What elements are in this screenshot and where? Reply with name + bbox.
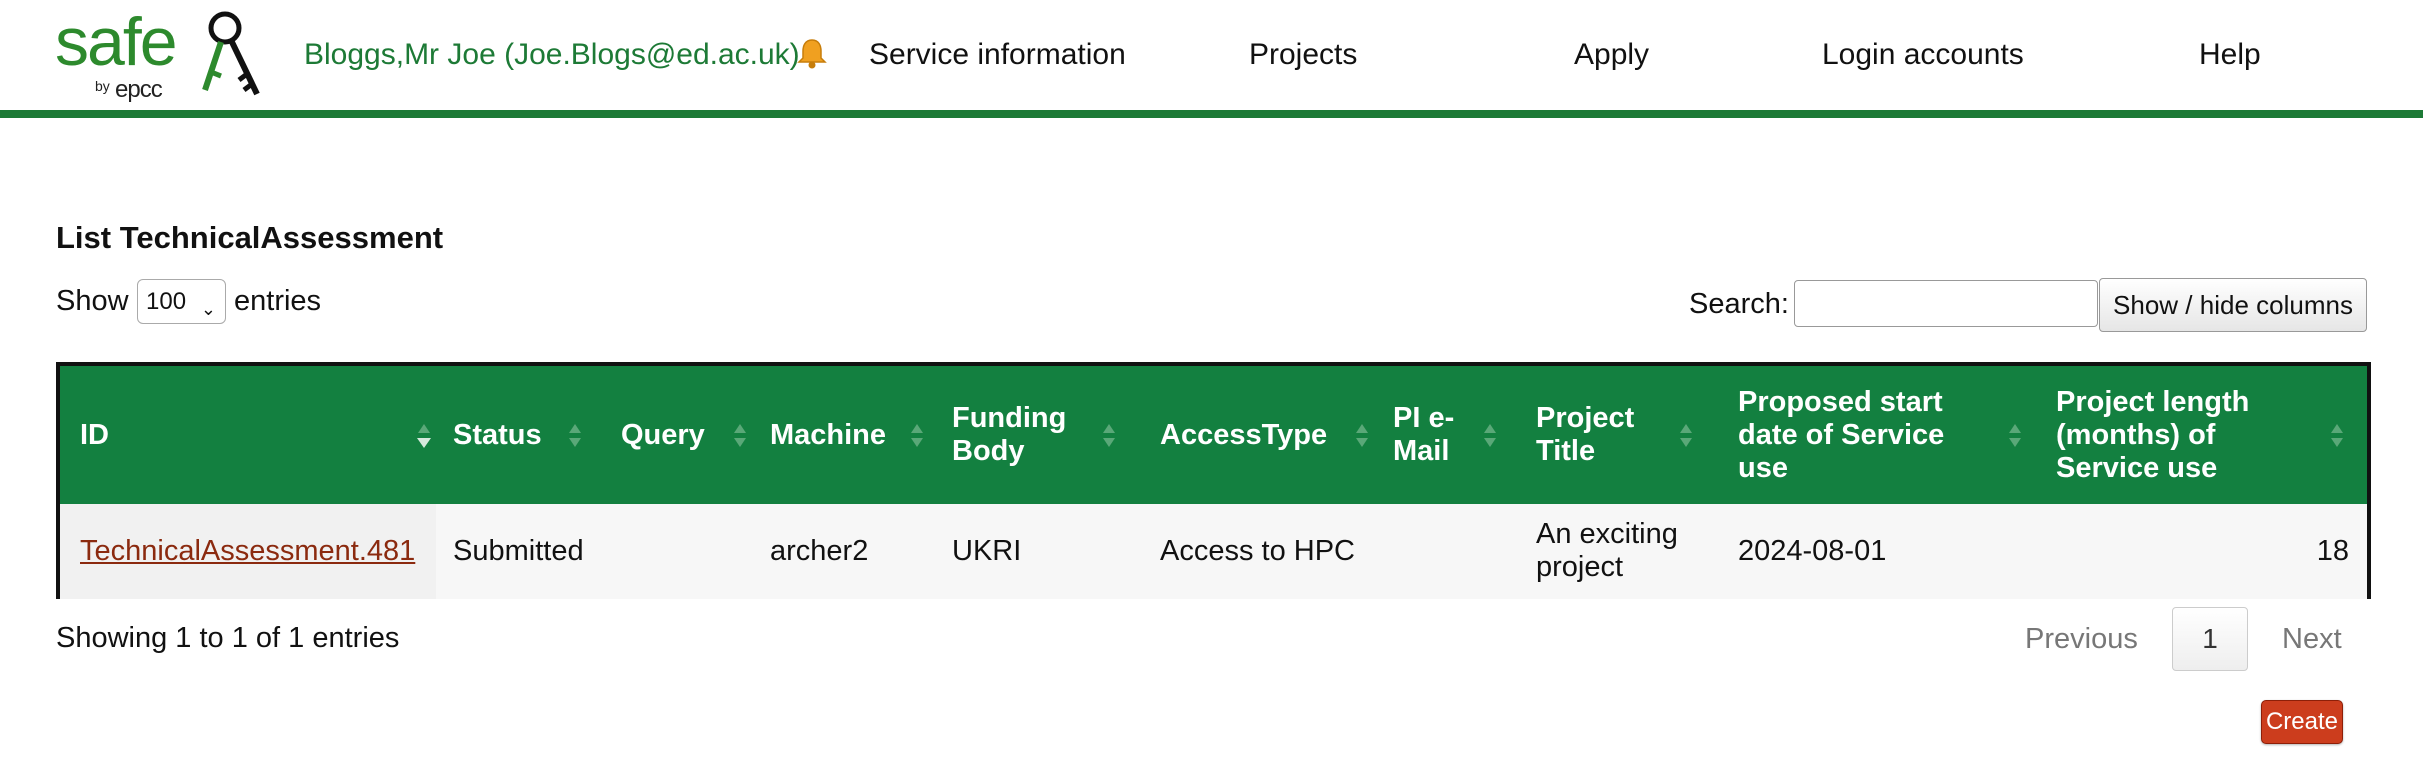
chevron-down-icon: ⌄: [200, 299, 216, 319]
funding-body-cell: UKRI: [952, 535, 1022, 567]
search-input[interactable]: [1794, 280, 2098, 327]
show-label: Show: [56, 285, 129, 317]
keys-icon: [202, 11, 260, 96]
nav-help[interactable]: Help: [2199, 38, 2261, 72]
show-hide-columns-button[interactable]: Show / hide columns: [2099, 278, 2367, 332]
table-info: Showing 1 to 1 of 1 entries: [56, 622, 400, 654]
column-header-project-title[interactable]: Project Title: [1536, 366, 1696, 504]
previous-page-button[interactable]: Previous: [2025, 623, 2138, 656]
table-header: ID Status Query Machine Funding Body Acc…: [60, 366, 2367, 504]
column-header-project-length[interactable]: Project length (months) of Service use: [2056, 366, 2356, 504]
top-navbar: safe by epcc Bloggs,Mr Joe (Joe.Blogs@ed…: [0, 0, 2423, 112]
sort-icon: [1103, 424, 1115, 447]
sort-icon: [1356, 424, 1368, 447]
logo-by-text: by: [95, 78, 110, 94]
next-page-button[interactable]: Next: [2282, 623, 2342, 656]
technical-assessment-link[interactable]: TechnicalAssessment.481: [80, 535, 415, 568]
nav-apply[interactable]: Apply: [1574, 38, 1649, 72]
bell-icon[interactable]: [795, 36, 829, 70]
entries-label: entries: [234, 285, 322, 317]
logo-org-text: epcc: [115, 76, 163, 103]
column-header-funding-body[interactable]: Funding Body: [952, 366, 1122, 504]
sort-icon: [1484, 424, 1496, 447]
access-type-cell: Access to HPC: [1160, 535, 1355, 567]
column-header-pi-email[interactable]: PI e-Mail: [1393, 366, 1513, 504]
sort-icon: [911, 424, 923, 447]
navbar-divider: [0, 110, 2423, 118]
project-title-cell: An exciting project: [1536, 518, 1678, 583]
column-header-status[interactable]: Status: [453, 366, 603, 504]
sort-icon: [2009, 424, 2021, 447]
page-title: List TechnicalAssessment: [56, 220, 444, 255]
safe-logo[interactable]: safe by epcc: [55, 4, 260, 108]
nav-login-accounts[interactable]: Login accounts: [1822, 38, 2024, 72]
column-header-machine[interactable]: Machine: [770, 366, 940, 504]
nav-projects[interactable]: Projects: [1249, 38, 1357, 72]
machine-cell: archer2: [770, 535, 869, 567]
column-header-id[interactable]: ID: [80, 366, 431, 504]
sort-icon: [734, 424, 746, 447]
logo-wordmark: safe: [55, 4, 178, 80]
technical-assessment-table: ID Status Query Machine Funding Body Acc…: [56, 362, 2371, 599]
create-button[interactable]: Create: [2261, 700, 2343, 744]
entries-per-page-select[interactable]: 100 ⌄: [137, 279, 226, 324]
column-header-access-type[interactable]: AccessType: [1160, 366, 1368, 504]
column-header-query[interactable]: Query: [621, 366, 761, 504]
page-1-button[interactable]: 1: [2172, 607, 2248, 671]
nav-service-information[interactable]: Service information: [869, 38, 1126, 72]
sort-icon: [569, 424, 581, 447]
project-length-cell: 18: [2316, 535, 2349, 567]
sort-desc-icon: [417, 424, 431, 448]
sort-icon: [2331, 424, 2343, 447]
start-date-cell: 2024-08-01: [1738, 535, 1887, 567]
search-label: Search:: [1689, 288, 1789, 320]
user-account-link[interactable]: Bloggs,Mr Joe (Joe.Blogs@ed.ac.uk): [304, 38, 800, 72]
status-cell: Submitted: [453, 535, 584, 567]
column-header-start-date[interactable]: Proposed start date of Service use: [1738, 366, 2038, 504]
table-row: TechnicalAssessment.481 Submitted archer…: [60, 504, 2367, 599]
sort-icon: [1680, 424, 1692, 447]
entries-select-value: 100: [146, 288, 187, 315]
